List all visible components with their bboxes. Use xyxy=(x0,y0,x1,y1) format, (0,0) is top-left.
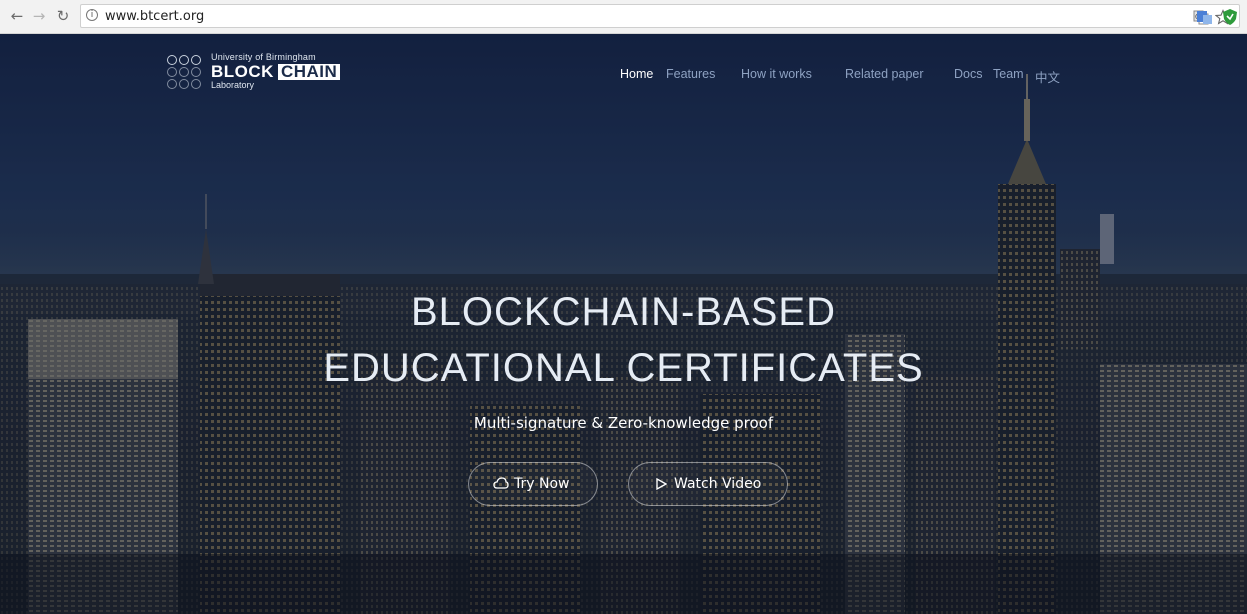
info-icon[interactable]: i xyxy=(86,9,98,21)
logo-word-block: BLOCK xyxy=(211,62,274,81)
watch-video-button[interactable]: Watch Video xyxy=(628,462,788,506)
logo-university: University of Birmingham xyxy=(211,52,316,62)
play-icon xyxy=(656,478,667,490)
logo-word-chain: CHAIN xyxy=(277,63,341,80)
try-now-label: Try Now xyxy=(514,476,570,492)
cloud-icon xyxy=(493,477,509,489)
hero-subtitle: Multi-signature & Zero-knowledge proof xyxy=(473,414,774,432)
nav-docs[interactable]: Docs xyxy=(954,67,982,81)
url-text[interactable]: www.btcert.org xyxy=(105,9,204,24)
nav-chinese[interactable]: 中文 xyxy=(1035,67,1060,86)
forward-arrow-icon[interactable]: → xyxy=(30,7,48,25)
blockchain-lab-logo[interactable]: University of Birmingham BLOCK CHAIN Labo… xyxy=(166,52,366,96)
back-arrow-icon[interactable]: ← xyxy=(8,7,26,25)
nav-how-it-works[interactable]: How it works xyxy=(741,67,812,81)
extension-icon[interactable] xyxy=(1196,9,1214,25)
nav-related-paper[interactable]: Related paper xyxy=(845,67,924,81)
logo-circles-icon xyxy=(167,55,201,89)
reload-icon[interactable]: ↻ xyxy=(54,7,72,25)
browser-toolbar: ← → ↻ i www.btcert.org G xyxy=(0,0,1247,34)
try-now-button[interactable]: Try Now xyxy=(468,462,598,506)
hero-title-line1: BLOCKCHAIN-BASED xyxy=(411,290,836,334)
shield-extension-icon[interactable] xyxy=(1222,8,1238,26)
logo-laboratory: Laboratory xyxy=(211,80,255,90)
hero-title-line2: EDUCATIONAL CERTIFICATES xyxy=(323,346,924,390)
nav-team[interactable]: Team xyxy=(993,67,1024,81)
address-bar[interactable]: i www.btcert.org G xyxy=(80,4,1240,28)
nav-features[interactable]: Features xyxy=(666,67,715,81)
logo-wordmark: BLOCK CHAIN xyxy=(211,62,341,82)
watch-video-label: Watch Video xyxy=(674,476,762,492)
nav-home[interactable]: Home xyxy=(620,67,653,81)
